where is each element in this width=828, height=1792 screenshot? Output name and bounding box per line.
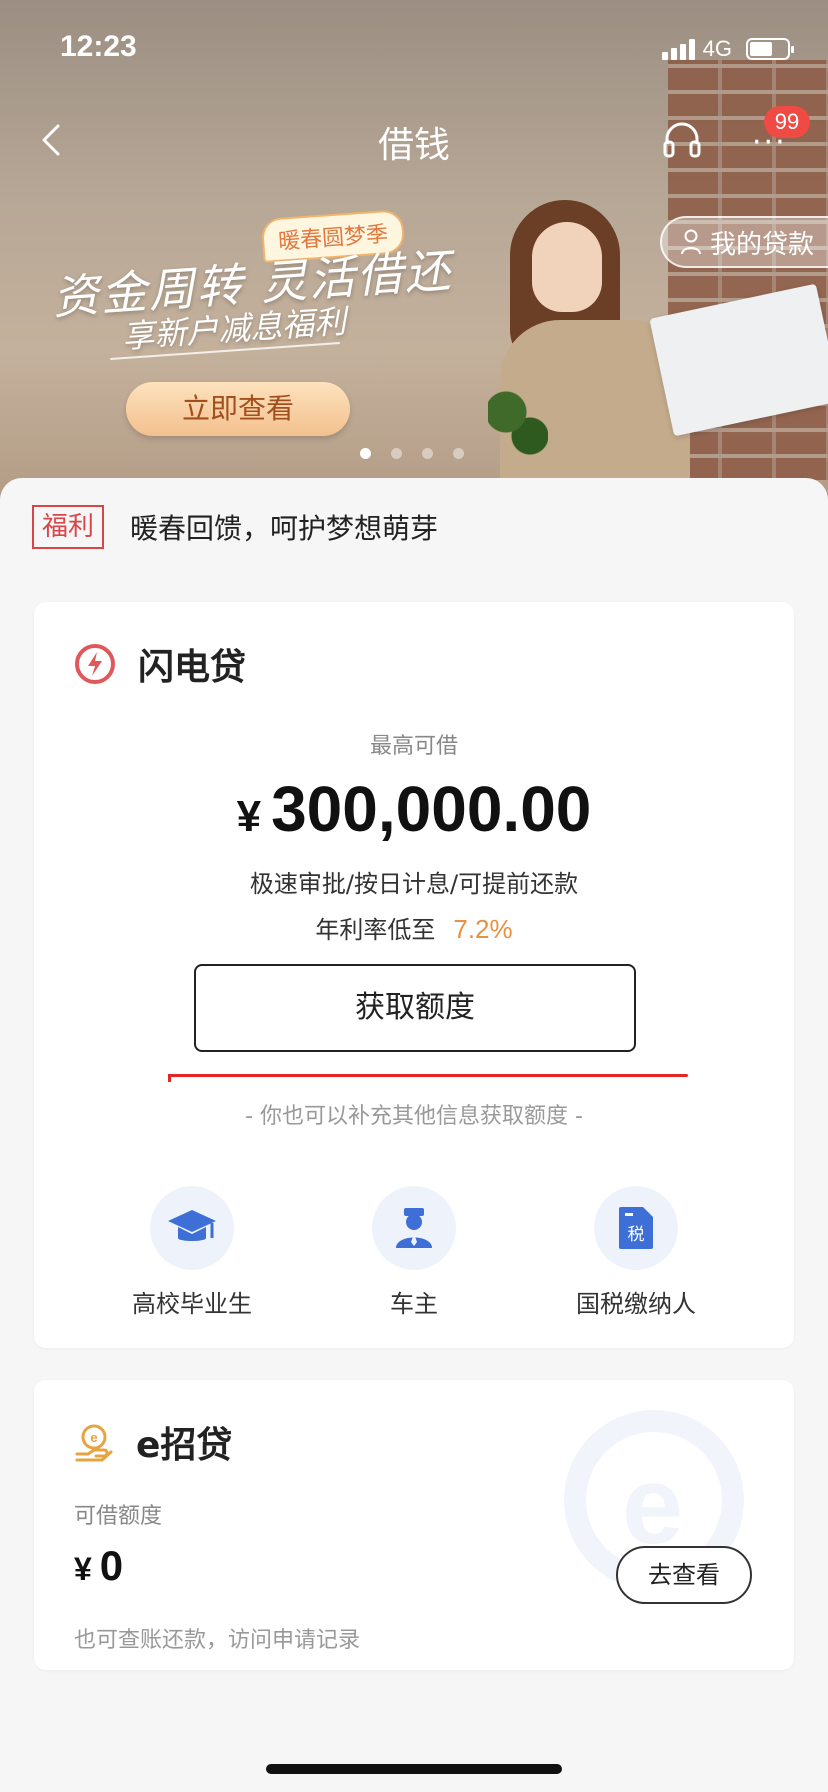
supplement-info-hint: - 你也可以补充其他信息获取额度 - bbox=[245, 1104, 583, 1129]
svg-text:e: e bbox=[90, 1430, 97, 1445]
status-indicators: 4G bbox=[661, 36, 794, 62]
main-content: 福利 暖春回馈，呵护梦想萌芽 闪电贷 最高可借 ¥300,000.00 极速审批… bbox=[0, 478, 828, 1792]
flash-loan-header: 闪电贷 bbox=[74, 638, 246, 690]
banner-pagination bbox=[360, 448, 464, 459]
flash-loan-title: 闪电贷 bbox=[138, 647, 247, 688]
nav-bar: 借钱 ··· 99 bbox=[0, 100, 828, 180]
banner-plant-graphic bbox=[488, 380, 548, 460]
rate-value: 7.2% bbox=[453, 914, 513, 944]
network-type: 4G bbox=[702, 36, 732, 61]
e-loan-title: e招贷 bbox=[136, 1425, 233, 1466]
option-car-owner[interactable]: 车主 bbox=[314, 1186, 514, 1319]
available-quota-label: 可借额度 bbox=[74, 1504, 163, 1529]
battery-icon bbox=[746, 38, 794, 60]
status-bar: 12:23 4G bbox=[0, 0, 828, 100]
banner-dot[interactable] bbox=[391, 448, 402, 459]
e-loan-header: e e招贷 bbox=[74, 1416, 232, 1468]
banner-dot[interactable] bbox=[453, 448, 464, 459]
get-quota-button[interactable]: 获取额度 bbox=[194, 964, 636, 1052]
view-button[interactable]: 去查看 bbox=[616, 1546, 752, 1604]
benefit-text: 暖春回馈，呵护梦想萌芽 bbox=[130, 512, 439, 545]
option-label: 高校毕业生 bbox=[132, 1290, 252, 1318]
status-time: 12:23 bbox=[60, 30, 137, 63]
red-annotation-line bbox=[168, 1074, 688, 1082]
banner-dot[interactable] bbox=[360, 448, 371, 459]
option-label: 车主 bbox=[390, 1290, 438, 1318]
rate-label: 年利率低至 bbox=[315, 916, 436, 944]
option-icon-circle bbox=[150, 1186, 234, 1270]
currency-symbol: ¥ bbox=[236, 792, 262, 841]
my-loans-button[interactable]: 我的贷款 bbox=[659, 216, 828, 268]
interest-rate: 年利率低至 7.2% bbox=[34, 910, 794, 945]
banner-view-now-button[interactable]: 立即查看 bbox=[126, 382, 350, 436]
lightning-icon bbox=[75, 644, 115, 684]
signal-icon bbox=[661, 38, 695, 60]
tax-document-icon: 税 bbox=[619, 1207, 653, 1249]
option-icon-circle: 税 bbox=[594, 1186, 678, 1270]
amount-value: 0 bbox=[99, 1542, 124, 1589]
benefit-tag: 福利 bbox=[32, 505, 105, 549]
coin-hand-icon: e bbox=[75, 1424, 113, 1462]
more-dots-icon: ··· bbox=[752, 125, 787, 160]
option-icon-circle bbox=[372, 1186, 456, 1270]
my-loans-label: 我的贷款 bbox=[709, 229, 814, 260]
tax-glyph: 税 bbox=[628, 1225, 645, 1245]
banner-dot[interactable] bbox=[422, 448, 433, 459]
max-borrow-amount: ¥300,000.00 bbox=[34, 772, 794, 846]
user-icon bbox=[680, 229, 701, 255]
notification-badge: 99 bbox=[764, 106, 810, 138]
option-graduate[interactable]: 高校毕业生 bbox=[92, 1186, 292, 1319]
flash-loan-card: 闪电贷 最高可借 ¥300,000.00 极速审批/按日计息/可提前还款 年利率… bbox=[34, 602, 794, 1348]
e-loan-note[interactable]: 也可查账还款，访问申请记录 bbox=[74, 1622, 360, 1654]
e-loan-card: e e e招贷 可借额度 ¥0 去查看 也可查账还款，访问申请记录 bbox=[34, 1380, 794, 1670]
available-quota-amount: ¥0 bbox=[74, 1542, 123, 1590]
supplement-options: 高校毕业生 车主 税 国税缴纳人 bbox=[34, 1186, 794, 1319]
home-indicator[interactable] bbox=[266, 1764, 562, 1774]
option-taxpayer[interactable]: 税 国税缴纳人 bbox=[536, 1186, 736, 1319]
loan-features: 极速审批/按日计息/可提前还款 bbox=[249, 870, 579, 898]
headset-icon[interactable] bbox=[660, 118, 704, 162]
benefit-notice[interactable]: 福利 暖春回馈，呵护梦想萌芽 bbox=[32, 504, 438, 550]
amount-value: 300,000.00 bbox=[271, 773, 592, 845]
more-menu-button[interactable]: ··· 99 bbox=[752, 106, 810, 164]
max-borrow-label: 最高可借 bbox=[369, 734, 458, 759]
graduation-cap-icon bbox=[168, 1210, 216, 1241]
currency-symbol: ¥ bbox=[74, 1551, 92, 1587]
option-label: 国税缴纳人 bbox=[576, 1290, 696, 1318]
driver-icon bbox=[396, 1208, 432, 1248]
